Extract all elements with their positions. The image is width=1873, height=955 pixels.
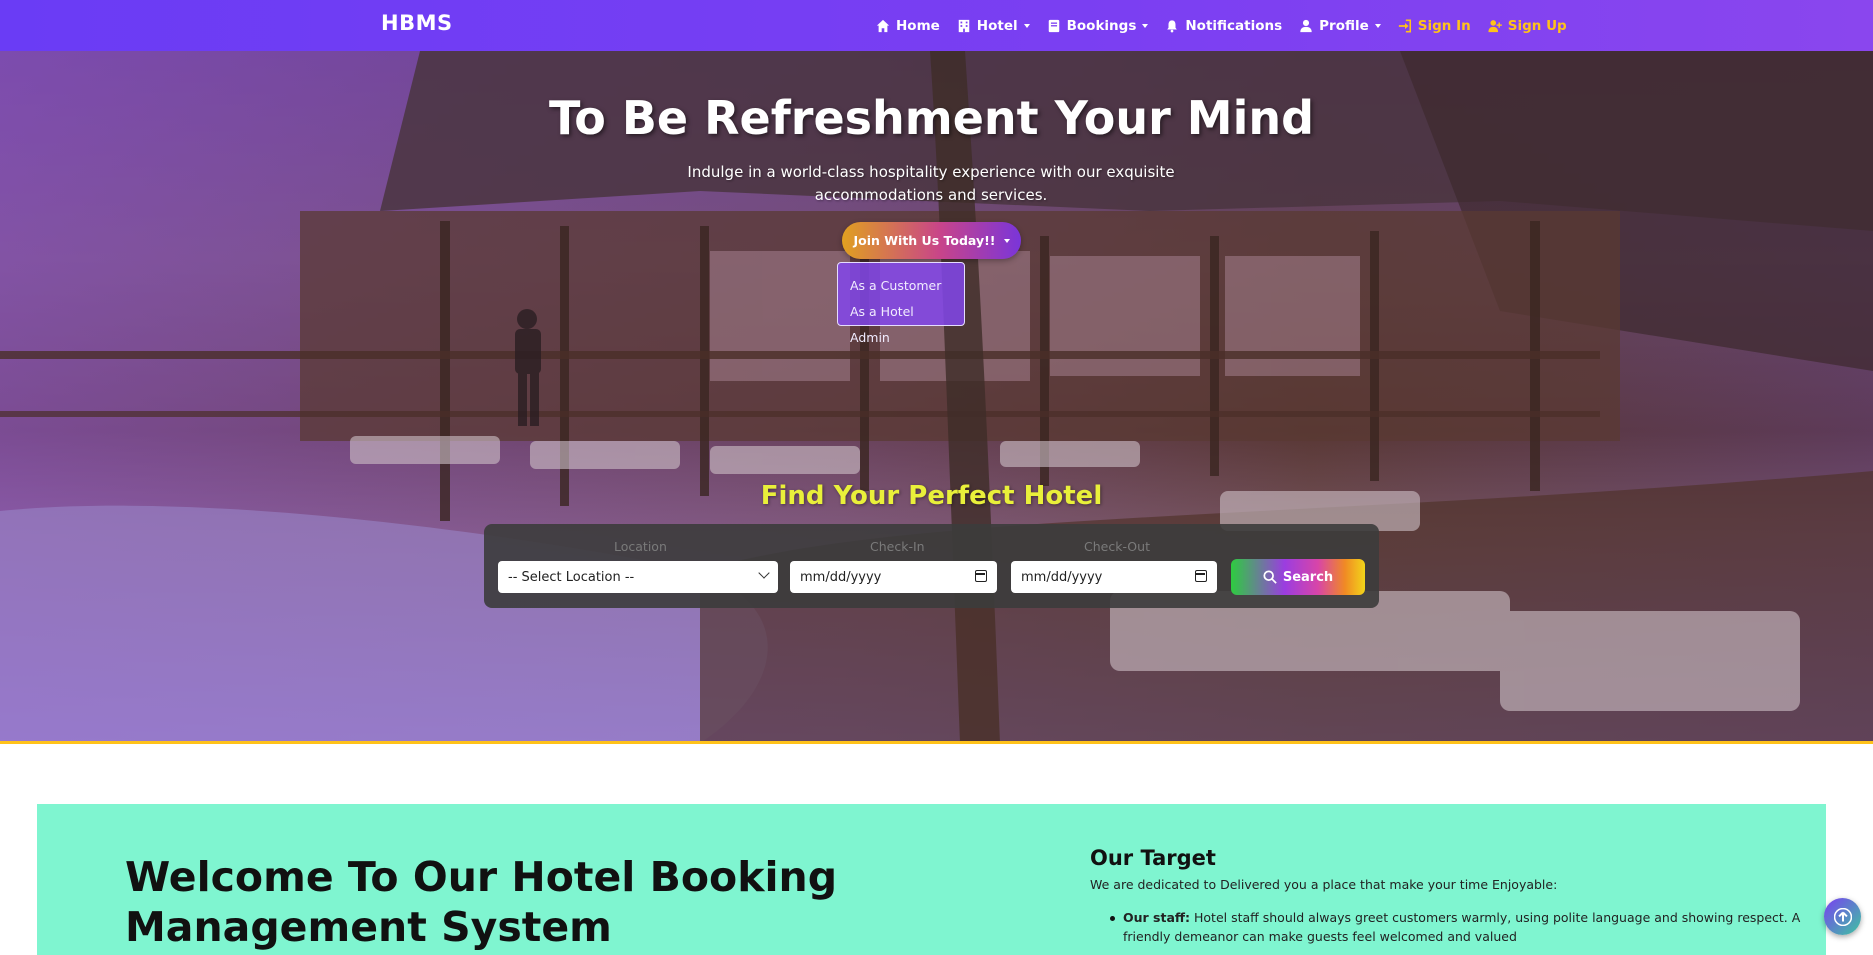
list-item: Our staff: Hotel staff should always gre… <box>1123 908 1810 946</box>
bookings-icon <box>1048 19 1059 32</box>
join-dropdown-menu: As a Customer As a Hotel Admin <box>837 262 965 345</box>
staff-label: Our staff: <box>1123 910 1191 925</box>
target-description: We are dedicated to Delivered you a plac… <box>1090 877 1558 892</box>
hero-background-image <box>0 51 1873 743</box>
nav-menu: Home Hotel Bookings Notifications Profil… <box>876 0 1584 51</box>
hero-subtitle: Indulge in a world-class hospitality exp… <box>687 163 1175 204</box>
caret-down-icon <box>1142 23 1149 28</box>
bell-icon <box>1167 19 1178 32</box>
checkin-date-input[interactable]: mm/dd/yyyy <box>790 561 997 593</box>
nav-sign-up[interactable]: Sign Up <box>1488 18 1567 34</box>
welcome-section: Welcome To Our Hotel Booking Management … <box>37 804 1826 955</box>
checkin-label: Check-In <box>870 539 925 554</box>
checkout-label: Check-Out <box>1084 539 1150 554</box>
brand-logo[interactable]: HBMS <box>381 11 453 35</box>
caret-down-icon <box>1003 238 1010 243</box>
search-icon <box>1263 570 1277 584</box>
nav-notifications-label: Notifications <box>1185 17 1283 34</box>
nav-bookings[interactable]: Bookings <box>1047 18 1149 34</box>
find-hotel-title: Find Your Perfect Hotel <box>760 481 1103 511</box>
dropdown-item-hotel-admin[interactable]: As a Hotel Admin <box>850 299 952 351</box>
search-button-label: Search <box>1282 569 1334 585</box>
hero-section: To Be Refreshment Your Mind Indulge in a… <box>0 51 1873 743</box>
nav-profile[interactable]: Profile <box>1299 18 1381 34</box>
nav-sign-in[interactable]: Sign In <box>1398 18 1471 34</box>
location-select-value: -- Select Location -- <box>508 569 635 585</box>
hero-divider <box>0 741 1873 744</box>
hero-title: To Be Refreshment Your Mind <box>548 91 1315 145</box>
nav-bookings-label: Bookings <box>1066 17 1137 34</box>
nav-home[interactable]: Home <box>876 18 940 34</box>
hotel-icon <box>958 19 970 32</box>
bullet-icon <box>1110 916 1115 921</box>
target-list: Our staff: Hotel staff should always gre… <box>1110 908 1810 946</box>
caret-down-icon <box>1023 23 1030 28</box>
hotel-search-form: Location -- Select Location -- Check-In … <box>484 524 1379 608</box>
location-label: Location <box>614 539 667 554</box>
dropdown-item-customer[interactable]: As a Customer <box>850 273 952 299</box>
checkout-value: mm/dd/yyyy <box>1021 569 1103 585</box>
user-icon <box>1300 19 1312 32</box>
location-select[interactable]: -- Select Location -- <box>498 561 778 593</box>
user-plus-icon <box>1488 19 1502 32</box>
scroll-to-top-button[interactable] <box>1824 898 1861 935</box>
welcome-title: Welcome To Our Hotel Booking Management … <box>125 853 838 951</box>
checkout-date-input[interactable]: mm/dd/yyyy <box>1011 561 1217 593</box>
staff-text: Hotel staff should always greet customer… <box>1123 910 1801 944</box>
checkin-value: mm/dd/yyyy <box>800 569 882 585</box>
nav-hotel[interactable]: Hotel <box>957 18 1030 34</box>
search-button[interactable]: Search <box>1231 559 1365 595</box>
arrow-up-icon <box>1833 907 1852 926</box>
nav-sign-up-label: Sign Up <box>1507 17 1567 34</box>
sign-in-icon <box>1398 19 1411 32</box>
caret-down-icon <box>1374 23 1381 28</box>
chevron-down-icon <box>758 567 770 579</box>
navbar: HBMS Home Hotel Bookings Notifications P… <box>0 0 1873 51</box>
nav-home-label: Home <box>896 17 940 34</box>
nav-hotel-label: Hotel <box>976 17 1018 34</box>
join-dropdown-button[interactable]: Join With Us Today!! <box>842 222 1021 259</box>
target-title: Our Target <box>1090 846 1216 870</box>
join-button-label: Join With Us Today!! <box>853 233 996 248</box>
nav-notifications[interactable]: Notifications <box>1165 18 1282 34</box>
nav-profile-label: Profile <box>1319 17 1369 34</box>
calendar-icon[interactable] <box>1195 570 1207 582</box>
home-icon <box>876 19 890 32</box>
calendar-icon[interactable] <box>975 570 987 582</box>
nav-sign-in-label: Sign In <box>1417 17 1471 34</box>
